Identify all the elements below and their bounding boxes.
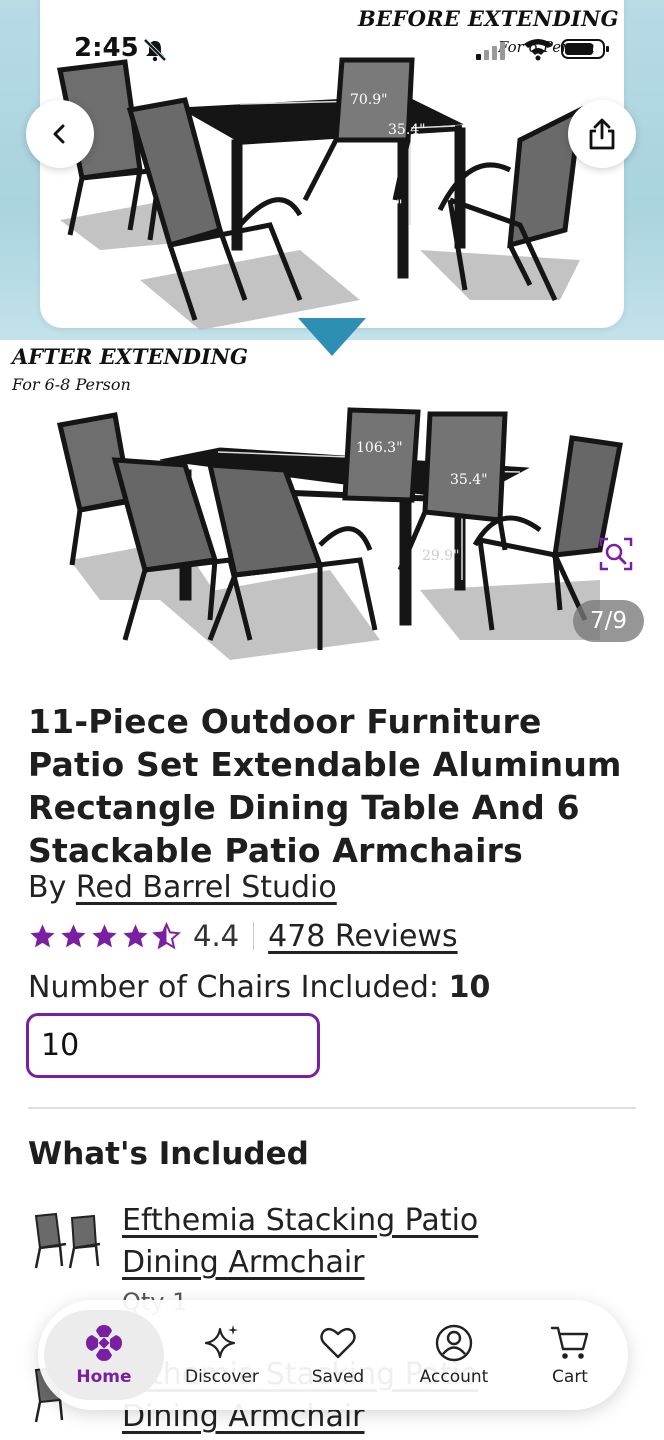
- sparkle-icon: [204, 1325, 238, 1359]
- heart-icon: [320, 1327, 356, 1359]
- chairs-option-selected: 10: [41, 1028, 80, 1063]
- dim-width-before: 35.4": [388, 122, 426, 138]
- nav-label: Account: [419, 1367, 489, 1387]
- before-extending-caption: BEFORE EXTENDING: [358, 6, 619, 31]
- dim-length-before: 70.9": [350, 92, 388, 108]
- nav-account[interactable]: Account: [396, 1300, 512, 1410]
- dim-height-after: 29.9": [422, 548, 460, 564]
- chevron-left-icon: [53, 124, 65, 144]
- account-icon: [435, 1324, 473, 1362]
- brand-link[interactable]: Red Barrel Studio: [76, 870, 337, 905]
- bottom-nav: Home Discover Saved Account Cart: [38, 1300, 628, 1410]
- zoom-search-icon[interactable]: [598, 536, 634, 572]
- after-extending-subcaption: For 6-8 Person: [12, 375, 131, 394]
- status-time: 2:45: [74, 33, 139, 63]
- nav-discover[interactable]: Discover: [164, 1300, 280, 1410]
- home-logo-icon: [85, 1325, 122, 1361]
- share-icon: [589, 118, 615, 150]
- nav-cart[interactable]: Cart: [512, 1300, 628, 1410]
- chairs-option-text: Number of Chairs Included:: [28, 970, 440, 1005]
- nav-label: Home: [76, 1367, 132, 1387]
- signal-icon: [476, 42, 505, 60]
- reviews-link[interactable]: 478 Reviews: [268, 919, 457, 954]
- chairs-option-value: 10: [448, 970, 491, 1005]
- product-title: 11-Piece Outdoor Furniture Patio Set Ext…: [28, 702, 622, 870]
- rating-value: 4.4: [193, 919, 240, 953]
- dim-length-after: 106.3": [356, 440, 403, 456]
- back-button[interactable]: [26, 100, 94, 168]
- dim-height-before: 29.9": [365, 198, 403, 214]
- included-item-link[interactable]: Efthemia Stacking Patio Dining Armchair: [122, 1200, 582, 1284]
- star-full-icon: [61, 923, 86, 947]
- after-extending-caption: AFTER EXTENDING: [12, 344, 248, 369]
- star-full-icon: [123, 923, 148, 947]
- battery-icon: [561, 39, 609, 59]
- wifi-icon: [524, 39, 552, 61]
- nav-home[interactable]: Home: [44, 1310, 164, 1400]
- bell-muted-icon: [143, 38, 167, 62]
- rating-row: 4.4 478 Reviews: [28, 916, 458, 956]
- image-counter: 7/9: [573, 600, 644, 642]
- chairs-option-select[interactable]: 10: [26, 1013, 320, 1078]
- star-rating: [28, 921, 181, 951]
- brand-line: By Red Barrel Studio: [28, 870, 337, 905]
- whats-included-title: What's Included: [28, 1136, 309, 1172]
- chair-thumbnail: [34, 1212, 101, 1269]
- star-half-icon: [152, 921, 181, 949]
- nav-label: Cart: [552, 1367, 588, 1387]
- section-divider: [28, 1107, 636, 1109]
- rating-separator: [253, 922, 255, 950]
- star-full-icon: [30, 923, 55, 947]
- nav-label: Saved: [311, 1367, 365, 1387]
- share-button[interactable]: [568, 100, 636, 168]
- nav-label: Discover: [184, 1367, 259, 1387]
- star-full-icon: [92, 923, 117, 947]
- patio-set-image: [56, 57, 623, 660]
- status-indicators: [476, 39, 609, 61]
- chairs-option-label: Number of Chairs Included: 10: [28, 970, 490, 1005]
- cart-icon: [550, 1326, 589, 1359]
- dim-width-after: 35.4": [450, 472, 488, 488]
- product-image-carousel[interactable]: BEFORE EXTENDING For 6 Person AFTER EXTE…: [0, 0, 664, 660]
- brand-prefix: By: [28, 870, 67, 905]
- nav-saved[interactable]: Saved: [280, 1300, 396, 1410]
